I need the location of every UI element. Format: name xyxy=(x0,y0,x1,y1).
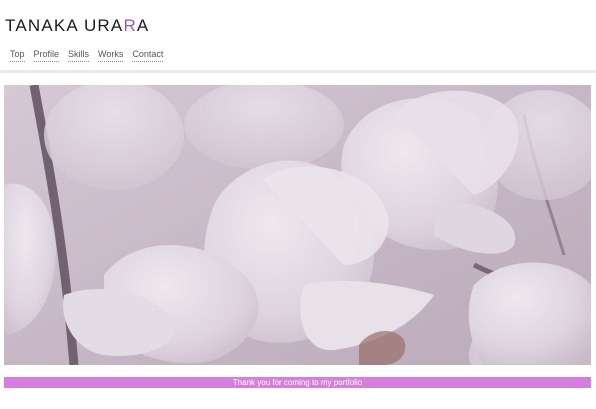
footer-message: Thank you for coming to my portfolio xyxy=(232,378,363,387)
site-title: TANAKA URARA xyxy=(5,16,149,36)
magnolia-illustration xyxy=(4,85,591,365)
nav-link-top[interactable]: Top xyxy=(10,49,25,62)
site-title-accent-letter: R xyxy=(123,16,137,35)
nav-link-works[interactable]: Works xyxy=(98,49,124,62)
site-title-part: A xyxy=(136,16,150,35)
nav-link-contact[interactable]: Contact xyxy=(132,49,164,62)
footer-banner: Thank you for coming to my portfolio xyxy=(4,377,591,388)
nav-link-profile[interactable]: Profile xyxy=(33,49,60,62)
hero-image xyxy=(4,85,591,365)
site-title-part: TANAKA URA xyxy=(5,16,124,35)
nav-link-skills[interactable]: Skills xyxy=(68,49,90,62)
header-divider xyxy=(0,70,596,73)
main-nav: Top Profile Skills Works Contact xyxy=(10,49,172,62)
